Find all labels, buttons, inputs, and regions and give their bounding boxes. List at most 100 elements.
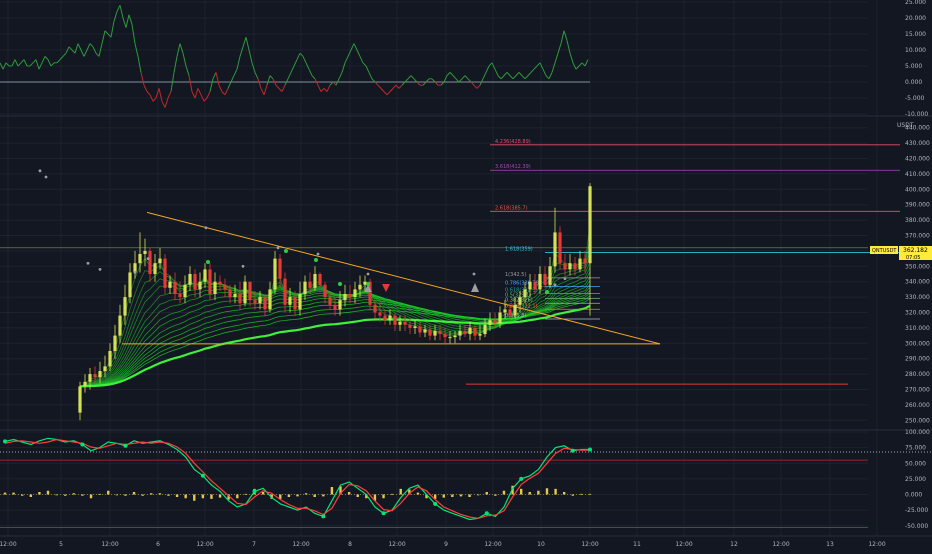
candle-body[interactable] bbox=[238, 294, 242, 304]
candle-body[interactable] bbox=[188, 274, 192, 285]
candle-body[interactable] bbox=[153, 263, 157, 274]
candle-body[interactable] bbox=[428, 329, 432, 336]
candle-body[interactable] bbox=[423, 329, 427, 333]
candle-body[interactable] bbox=[543, 274, 547, 285]
candle-body[interactable] bbox=[528, 281, 532, 290]
candle-body[interactable] bbox=[418, 326, 422, 333]
candle-body[interactable] bbox=[333, 304, 337, 310]
candle-body[interactable] bbox=[588, 186, 592, 264]
candle-body[interactable] bbox=[118, 315, 122, 336]
candle-body[interactable] bbox=[128, 272, 132, 298]
candle-body[interactable] bbox=[228, 289, 232, 298]
candle-body[interactable] bbox=[78, 386, 82, 413]
candle-body[interactable] bbox=[378, 312, 382, 316]
candle-body[interactable] bbox=[148, 250, 152, 274]
candle-body[interactable] bbox=[493, 320, 497, 324]
candle-body[interactable] bbox=[263, 297, 267, 310]
candle-body[interactable] bbox=[538, 274, 542, 290]
candle-body[interactable] bbox=[468, 327, 472, 335]
candle-body[interactable] bbox=[143, 250, 147, 254]
candle-body[interactable] bbox=[138, 253, 142, 264]
candle-body[interactable] bbox=[88, 374, 92, 382]
candle-body[interactable] bbox=[463, 330, 467, 335]
candle-body[interactable] bbox=[273, 258, 277, 290]
candle-body[interactable] bbox=[558, 232, 562, 264]
chart-canvas[interactable]: 25.000 20.000 15.000 10.000 5.000 0.000 -5.000… bbox=[0, 0, 932, 550]
candle-body[interactable] bbox=[483, 324, 487, 335]
candle-body[interactable] bbox=[113, 335, 117, 351]
candle-body[interactable] bbox=[533, 281, 537, 290]
candle-body[interactable] bbox=[478, 334, 482, 336]
candle-body[interactable] bbox=[383, 315, 387, 321]
candle-body[interactable] bbox=[403, 321, 407, 325]
candle-body[interactable] bbox=[438, 330, 442, 335]
candle-body[interactable] bbox=[413, 326, 417, 328]
candle-body[interactable] bbox=[548, 266, 552, 285]
candle-body[interactable] bbox=[183, 284, 187, 298]
candle-body[interactable] bbox=[398, 321, 402, 325]
candle-body[interactable] bbox=[323, 284, 327, 298]
candle-body[interactable] bbox=[123, 297, 127, 316]
candle-body[interactable] bbox=[513, 304, 517, 316]
candle-body[interactable] bbox=[298, 294, 302, 310]
candle-body[interactable] bbox=[163, 258, 167, 288]
candle-body[interactable] bbox=[178, 294, 182, 298]
candle-body[interactable] bbox=[258, 297, 262, 304]
candle-body[interactable] bbox=[373, 304, 377, 313]
candle-body[interactable] bbox=[518, 297, 522, 305]
candle-body[interactable] bbox=[243, 281, 247, 304]
candle-body[interactable] bbox=[98, 371, 102, 378]
candle-body[interactable] bbox=[508, 309, 512, 316]
candle-body[interactable] bbox=[253, 300, 257, 304]
candle-body[interactable] bbox=[328, 297, 332, 305]
candle-body[interactable] bbox=[288, 297, 292, 305]
candle-body[interactable] bbox=[213, 281, 217, 295]
candle-body[interactable] bbox=[93, 374, 97, 378]
candle-body[interactable] bbox=[573, 263, 577, 270]
candle-body[interactable] bbox=[553, 232, 557, 267]
candle-body[interactable] bbox=[203, 269, 207, 282]
candle-body[interactable] bbox=[313, 274, 317, 288]
candle-body[interactable] bbox=[578, 258, 582, 270]
candle-body[interactable] bbox=[348, 294, 352, 298]
candle-body[interactable] bbox=[388, 315, 392, 321]
candle-body[interactable] bbox=[233, 294, 237, 298]
candle-body[interactable] bbox=[173, 281, 177, 295]
candle-body[interactable] bbox=[358, 284, 362, 290]
candle-body[interactable] bbox=[473, 327, 477, 336]
candle-body[interactable] bbox=[218, 281, 222, 285]
candle-body[interactable] bbox=[563, 263, 567, 270]
candle-body[interactable] bbox=[433, 330, 437, 336]
candle-body[interactable] bbox=[293, 297, 297, 310]
candle-body[interactable] bbox=[223, 284, 227, 290]
candle-body[interactable] bbox=[503, 309, 507, 313]
candle-body[interactable] bbox=[568, 263, 572, 270]
candle-body[interactable] bbox=[408, 324, 412, 328]
candle-body[interactable] bbox=[393, 315, 397, 325]
candle-body[interactable] bbox=[158, 258, 162, 264]
candle-body[interactable] bbox=[338, 300, 342, 310]
candle-body[interactable] bbox=[268, 289, 272, 310]
candle-body[interactable] bbox=[168, 281, 172, 288]
candle-body[interactable] bbox=[523, 289, 527, 298]
candle-body[interactable] bbox=[308, 281, 312, 288]
candle-body[interactable] bbox=[283, 278, 287, 305]
candle-body[interactable] bbox=[208, 269, 212, 295]
candle-body[interactable] bbox=[318, 274, 322, 285]
candle-body[interactable] bbox=[83, 381, 87, 387]
candle-body[interactable] bbox=[193, 274, 197, 290]
candle-body[interactable] bbox=[303, 281, 307, 295]
candle-body[interactable] bbox=[443, 334, 447, 338]
candle-body[interactable] bbox=[103, 366, 107, 372]
candle-body[interactable] bbox=[353, 289, 357, 298]
candle-body[interactable] bbox=[343, 294, 347, 301]
candle-body[interactable] bbox=[108, 351, 112, 367]
candle-body[interactable] bbox=[198, 281, 202, 290]
candle-body[interactable] bbox=[498, 312, 502, 324]
candle-body[interactable] bbox=[448, 337, 452, 339]
candle-body[interactable] bbox=[583, 258, 587, 264]
candle-body[interactable] bbox=[453, 335, 457, 338]
candle-body[interactable] bbox=[458, 330, 462, 336]
trading-chart[interactable]: 25.000 20.000 15.000 10.000 5.000 0.000 -5.000… bbox=[0, 0, 932, 550]
candle-body[interactable] bbox=[488, 320, 492, 325]
